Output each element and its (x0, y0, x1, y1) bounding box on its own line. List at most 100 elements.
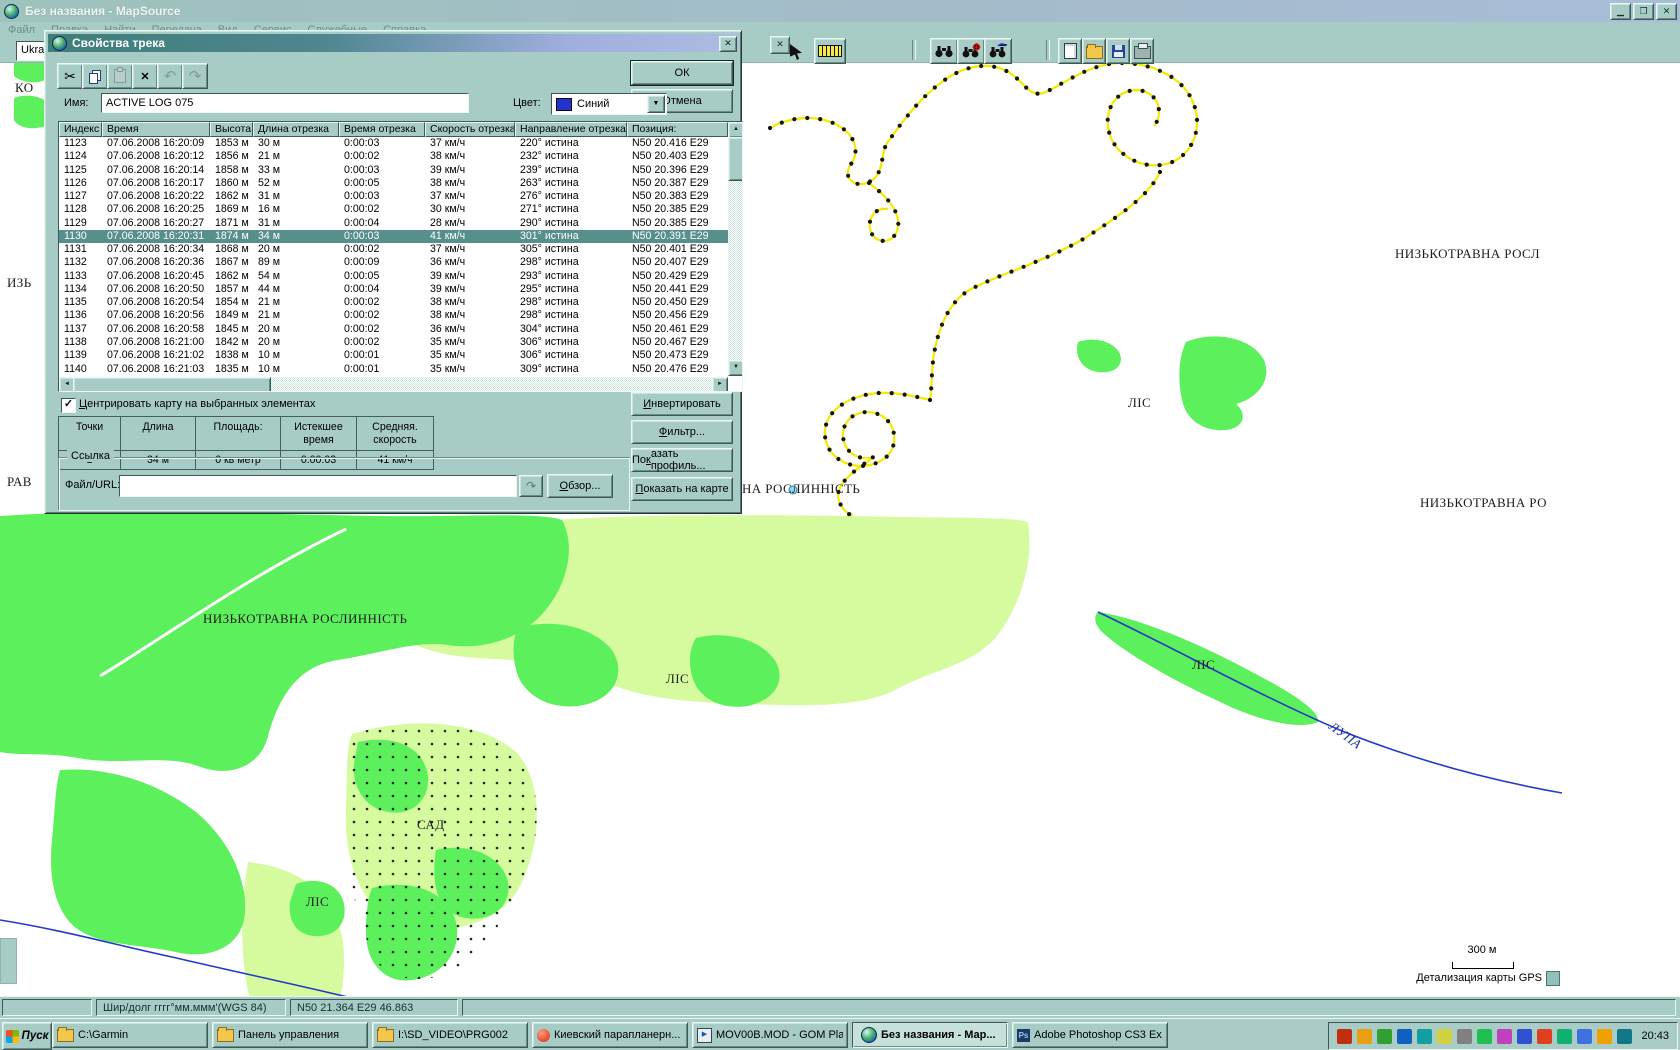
table-cell: 34 м (253, 230, 339, 243)
table-row[interactable]: 113407.06.2008 16:20:501857 м44 м0:00:04… (59, 283, 728, 296)
undo-button[interactable]: ↶ (157, 63, 183, 89)
table-row[interactable]: 112707.06.2008 16:20:221862 м31 м0:00:03… (59, 190, 728, 203)
ok-button[interactable]: ОК (631, 61, 733, 85)
column-header[interactable]: Индекс (59, 122, 102, 137)
vertical-scrollbar[interactable]: ▲ ▼ (728, 122, 742, 376)
table-row[interactable]: 113207.06.2008 16:20:361867 м89 м0:00:09… (59, 256, 728, 269)
column-header[interactable]: Позиция: (627, 122, 728, 137)
taskbar-button-6[interactable]: Без названия - Мар... (852, 1022, 1008, 1048)
taskbar-button-5[interactable]: ▶MOV00B.MOD - GOM Pla... (692, 1022, 848, 1048)
table-row[interactable]: 114007.06.2008 16:21:031835 м10 м0:00:01… (59, 363, 728, 376)
track-points-table[interactable]: ИндексВремяВысотаДлина отрезкаВремя отре… (58, 121, 743, 392)
tray-icon-5[interactable] (1417, 1029, 1432, 1044)
tray-icon-15[interactable] (1617, 1029, 1632, 1044)
dialog-close-button[interactable]: ✕ (719, 36, 737, 52)
column-header[interactable]: Скорость отрезка (425, 122, 515, 137)
table-row[interactable]: 113507.06.2008 16:20:541854 м21 м0:00:02… (59, 296, 728, 309)
tray-icon-14[interactable] (1597, 1029, 1612, 1044)
cut-button[interactable]: ✂ (57, 63, 83, 89)
find-nearest-button[interactable] (957, 38, 985, 64)
maximize-button[interactable]: ❐ (1633, 3, 1654, 20)
menu-Файл[interactable]: Файл (0, 24, 43, 36)
table-row[interactable]: 112607.06.2008 16:20:171860 м52 м0:00:05… (59, 177, 728, 190)
table-row[interactable]: 113707.06.2008 16:20:581845 м20 м0:00:02… (59, 323, 728, 336)
table-cell: N50 20.401 E29 (627, 243, 728, 256)
table-row[interactable]: 113807.06.2008 16:21:001842 м20 м0:00:02… (59, 336, 728, 349)
save-file-button[interactable] (1106, 38, 1130, 64)
column-header[interactable]: Время отрезка (339, 122, 425, 137)
table-cell: 39 км/ч (425, 283, 515, 296)
tray-icon-6[interactable] (1437, 1029, 1452, 1044)
tray-icon-9[interactable] (1497, 1029, 1512, 1044)
horizontal-scroll-thumb[interactable] (73, 377, 271, 392)
taskbar-button-1[interactable]: C:\Garmin (52, 1022, 208, 1048)
tray-icon-12[interactable] (1557, 1029, 1572, 1044)
tray-icon-4[interactable] (1397, 1029, 1412, 1044)
table-cell: N50 20.416 E29 (627, 137, 728, 150)
table-row[interactable]: 112507.06.2008 16:20:141858 м33 м0:00:03… (59, 164, 728, 177)
vertical-scroll-thumb[interactable] (728, 137, 743, 181)
show-profile-button[interactable]: Показать профиль... (631, 448, 733, 472)
table-cell: 39 км/ч (425, 270, 515, 283)
tray-icon-2[interactable] (1357, 1029, 1372, 1044)
follow-link-button[interactable]: ↷ (519, 475, 543, 497)
color-dropdown[interactable]: Синий ▼ (551, 93, 667, 115)
file-url-input[interactable] (119, 475, 517, 497)
dropdown-arrow-icon[interactable]: ▼ (647, 95, 665, 113)
table-cell: 305° истина (515, 243, 627, 256)
table-row[interactable]: 112307.06.2008 16:20:091853 м30 м0:00:03… (59, 137, 728, 150)
ruler-tool-button[interactable] (814, 38, 846, 64)
tray-icon-11[interactable] (1537, 1029, 1552, 1044)
table-row[interactable]: 112407.06.2008 16:20:121856 м21 м0:00:02… (59, 150, 728, 163)
horizontal-scrollbar[interactable]: ◄ ► (59, 377, 728, 391)
column-header[interactable]: Высота (210, 122, 253, 137)
taskbar-button-3[interactable]: I:\SD_VIDEO\PRG002 (372, 1022, 528, 1048)
tray-icon-8[interactable] (1477, 1029, 1492, 1044)
column-header[interactable]: Время (102, 122, 210, 137)
new-file-button[interactable] (1058, 38, 1082, 64)
table-row[interactable]: 113107.06.2008 16:20:341868 м20 м0:00:02… (59, 243, 728, 256)
tray-icon-1[interactable] (1337, 1029, 1352, 1044)
table-body[interactable]: 112307.06.2008 16:20:091853 м30 м0:00:03… (59, 137, 728, 376)
browse-button[interactable]: Обзор... (547, 474, 613, 498)
column-header[interactable]: Длина отрезка (253, 122, 339, 137)
scroll-up-button[interactable]: ▲ (728, 122, 743, 138)
filter-button[interactable]: Фильтр... (631, 420, 733, 444)
dialog-title-bar[interactable]: Свойства трека (48, 34, 738, 52)
table-row[interactable]: 112807.06.2008 16:20:251869 м16 м0:00:02… (59, 203, 728, 216)
tray-icon-10[interactable] (1517, 1029, 1532, 1044)
copy-button[interactable] (82, 63, 108, 89)
tray-icon-13[interactable] (1577, 1029, 1592, 1044)
open-file-button[interactable] (1082, 38, 1106, 64)
find-button[interactable] (930, 38, 958, 64)
table-row[interactable]: 112907.06.2008 16:20:271871 м31 м0:00:04… (59, 217, 728, 230)
print-button[interactable] (1130, 38, 1154, 64)
toolbar-close-button[interactable]: ✕ (770, 36, 790, 54)
minimize-button[interactable]: ▁ (1610, 3, 1631, 20)
scroll-down-button[interactable]: ▼ (728, 360, 743, 376)
taskbar-button-7[interactable]: PsAdobe Photoshop CS3 Ex... (1012, 1022, 1168, 1048)
redo-button[interactable]: ↷ (182, 63, 208, 89)
invert-button[interactable]: Инвертировать (631, 392, 733, 416)
start-button[interactable]: Пуск (2, 1022, 52, 1050)
paste-button[interactable] (107, 63, 133, 89)
taskbar-button-4[interactable]: Киевский парапланерн... (532, 1022, 688, 1048)
table-row[interactable]: 113307.06.2008 16:20:451862 м54 м0:00:05… (59, 270, 728, 283)
scroll-right-button[interactable]: ► (712, 377, 728, 392)
tray-icon-7[interactable] (1457, 1029, 1472, 1044)
taskbar-button-label: MOV00B.MOD - GOM Pla... (716, 1029, 843, 1041)
table-row[interactable]: 113907.06.2008 16:21:021838 м10 м0:00:01… (59, 349, 728, 362)
tray-icon-3[interactable] (1377, 1029, 1392, 1044)
delete-button[interactable]: ✕ (132, 63, 158, 89)
table-row[interactable]: 113607.06.2008 16:20:561849 м21 м0:00:02… (59, 309, 728, 322)
table-cell: 0:00:02 (339, 150, 425, 163)
show-on-map-button[interactable]: Показать на карте (631, 477, 733, 501)
track-name-input[interactable] (101, 93, 469, 113)
taskbar-button-2[interactable]: Панель управления (212, 1022, 368, 1048)
find-recent-button[interactable] (984, 38, 1012, 64)
table-row[interactable]: 113007.06.2008 16:20:311874 м34 м0:00:03… (59, 230, 728, 243)
column-header[interactable]: Направление отрезка (515, 122, 627, 137)
close-button[interactable]: ✕ (1656, 3, 1677, 20)
table-header-row: ИндексВремяВысотаДлина отрезкаВремя отре… (59, 122, 728, 137)
center-map-checkbox[interactable]: ✓ (61, 398, 76, 413)
